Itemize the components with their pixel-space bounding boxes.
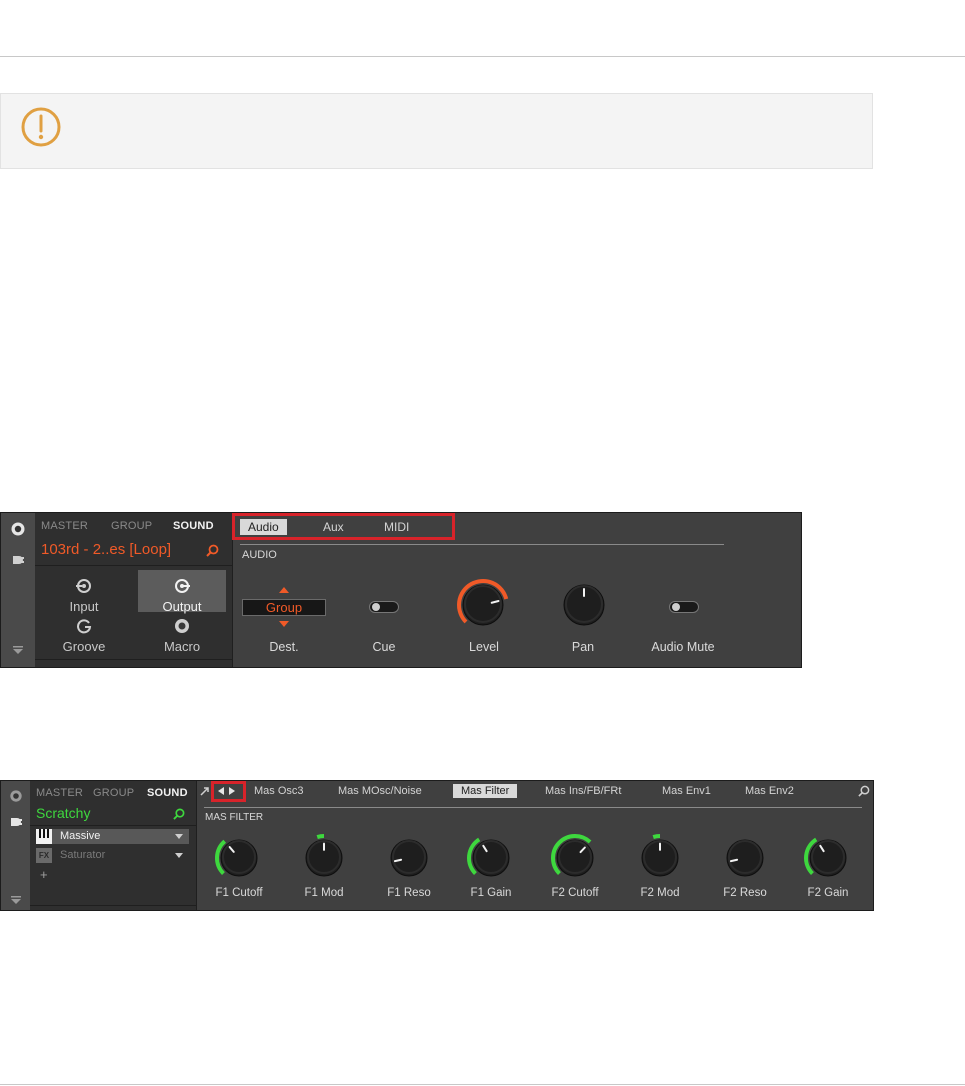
knob-mode-icon[interactable] — [1, 789, 30, 808]
add-plugin-button[interactable]: + — [40, 867, 48, 882]
knob-label: F1 Mod — [304, 887, 344, 899]
top-divider — [0, 56, 965, 57]
input-icon — [45, 578, 123, 599]
exclamation-circle-icon — [21, 107, 61, 147]
knob-f2-reso[interactable] — [720, 833, 770, 883]
sound-name[interactable]: 103rd - 2..es [Loop] — [41, 541, 171, 558]
dest-up-arrow-icon[interactable] — [279, 587, 289, 593]
page-mas-mosc-noise[interactable]: Mas MOsc/Noise — [338, 785, 422, 797]
page-mas-filter[interactable]: Mas Filter — [453, 784, 518, 798]
page-input[interactable]: Input — [45, 570, 123, 614]
dest-selector[interactable]: Group — [242, 599, 326, 616]
chevron-down-icon[interactable] — [175, 834, 183, 839]
dest-label: Dest. — [269, 640, 299, 654]
search-icon[interactable] — [858, 785, 870, 797]
tab-group[interactable]: GROUP — [111, 520, 152, 532]
knob-label: F2 Reso — [723, 887, 767, 899]
knob-f2-cutoff[interactable] — [550, 833, 600, 883]
plugin-plug-icon[interactable] — [1, 553, 35, 572]
page-input-label: Input — [69, 599, 99, 614]
page-groove[interactable]: Groove — [45, 614, 123, 656]
control-strip — [1, 513, 36, 667]
sound-name[interactable]: Scratchy — [36, 805, 90, 821]
page-output[interactable]: Output — [138, 570, 226, 614]
knob-mode-icon[interactable] — [1, 521, 35, 542]
tab-sound[interactable]: SOUND — [173, 520, 214, 532]
groove-icon — [45, 618, 123, 639]
nav-arrows-highlight-box — [211, 781, 246, 802]
audio-mute-toggle[interactable] — [669, 601, 699, 613]
sound-sidebar: MASTER GROUP SOUND 103rd - 2..es [Loop] … — [35, 513, 233, 667]
page-mas-ins-fb-frt[interactable]: Mas Ins/FB/FRt — [545, 785, 621, 797]
knob-label: F2 Mod — [640, 887, 680, 899]
control-strip — [1, 781, 31, 910]
search-icon[interactable] — [173, 808, 185, 820]
tab-sound[interactable]: SOUND — [147, 787, 188, 799]
knob-label: F2 Gain — [807, 887, 849, 899]
page-mas-osc3[interactable]: Mas Osc3 — [254, 785, 304, 797]
knob-pointer — [393, 858, 403, 863]
search-icon[interactable] — [206, 544, 219, 557]
section-divider — [240, 544, 724, 545]
section-divider — [204, 807, 862, 808]
output-icon — [138, 578, 226, 599]
level-label: Level — [469, 640, 499, 654]
expand-arrow-icon[interactable] — [200, 786, 210, 796]
collapse-arrow-icon[interactable] — [1, 643, 35, 661]
knob-f1-cutoff[interactable] — [214, 833, 264, 883]
tab-master[interactable]: MASTER — [41, 520, 88, 532]
tabs-highlight-box — [232, 513, 455, 540]
plugin-slot-name: Massive — [60, 830, 101, 842]
chevron-down-icon[interactable] — [175, 853, 183, 858]
macro-icon — [138, 618, 226, 639]
page-output-label: Output — [162, 599, 202, 614]
plugin-parameters-panel: MASTER GROUP SOUND Scratchy Massive FX S… — [0, 780, 874, 911]
tab-master[interactable]: MASTER — [36, 787, 83, 799]
tab-group[interactable]: GROUP — [93, 787, 134, 799]
plugin-slot-name: Saturator — [60, 849, 106, 861]
knob-label: F2 Cutoff — [551, 887, 599, 899]
collapse-arrow-icon[interactable] — [1, 893, 30, 911]
page-groove-label: Groove — [62, 639, 106, 654]
plugin-slot-massive[interactable]: Massive — [36, 829, 189, 844]
cue-toggle[interactable] — [369, 601, 399, 613]
knob-label: F1 Cutoff — [215, 887, 263, 899]
section-label-audio: AUDIO — [242, 549, 277, 561]
plugin-slot-saturator[interactable]: FX Saturator — [36, 848, 189, 863]
bottom-divider — [0, 1084, 965, 1085]
pan-label: Pan — [571, 640, 595, 654]
dest-down-arrow-icon[interactable] — [279, 621, 289, 627]
page-mas-env2[interactable]: Mas Env2 — [745, 785, 794, 797]
page-mas-env1[interactable]: Mas Env1 — [662, 785, 711, 797]
knob-f1-gain[interactable] — [466, 833, 516, 883]
notice-box — [0, 93, 873, 169]
section-label-mas-filter: MAS FILTER — [205, 812, 264, 823]
sound-output-panel: MASTER GROUP SOUND 103rd - 2..es [Loop] … — [0, 512, 802, 668]
knob-pointer — [729, 858, 739, 863]
plugin-plug-icon[interactable] — [1, 815, 30, 834]
level-knob[interactable] — [456, 578, 510, 632]
fx-icon: FX — [36, 848, 52, 863]
knob-label: F1 Gain — [470, 887, 512, 899]
knob-f2-mod[interactable] — [635, 833, 685, 883]
piano-keys-icon — [36, 829, 52, 844]
pan-knob[interactable] — [557, 578, 611, 632]
page-macro[interactable]: Macro — [138, 614, 226, 656]
audio-mute-label: Audio Mute — [651, 640, 715, 654]
cue-label: Cue — [372, 640, 396, 654]
knob-label: F1 Reso — [387, 887, 431, 899]
page-macro-label: Macro — [163, 639, 201, 654]
sound-sidebar: MASTER GROUP SOUND Scratchy Massive FX S… — [30, 781, 197, 910]
knob-f1-mod[interactable] — [299, 833, 349, 883]
knob-f1-reso[interactable] — [384, 833, 434, 883]
knob-f2-gain[interactable] — [803, 833, 853, 883]
